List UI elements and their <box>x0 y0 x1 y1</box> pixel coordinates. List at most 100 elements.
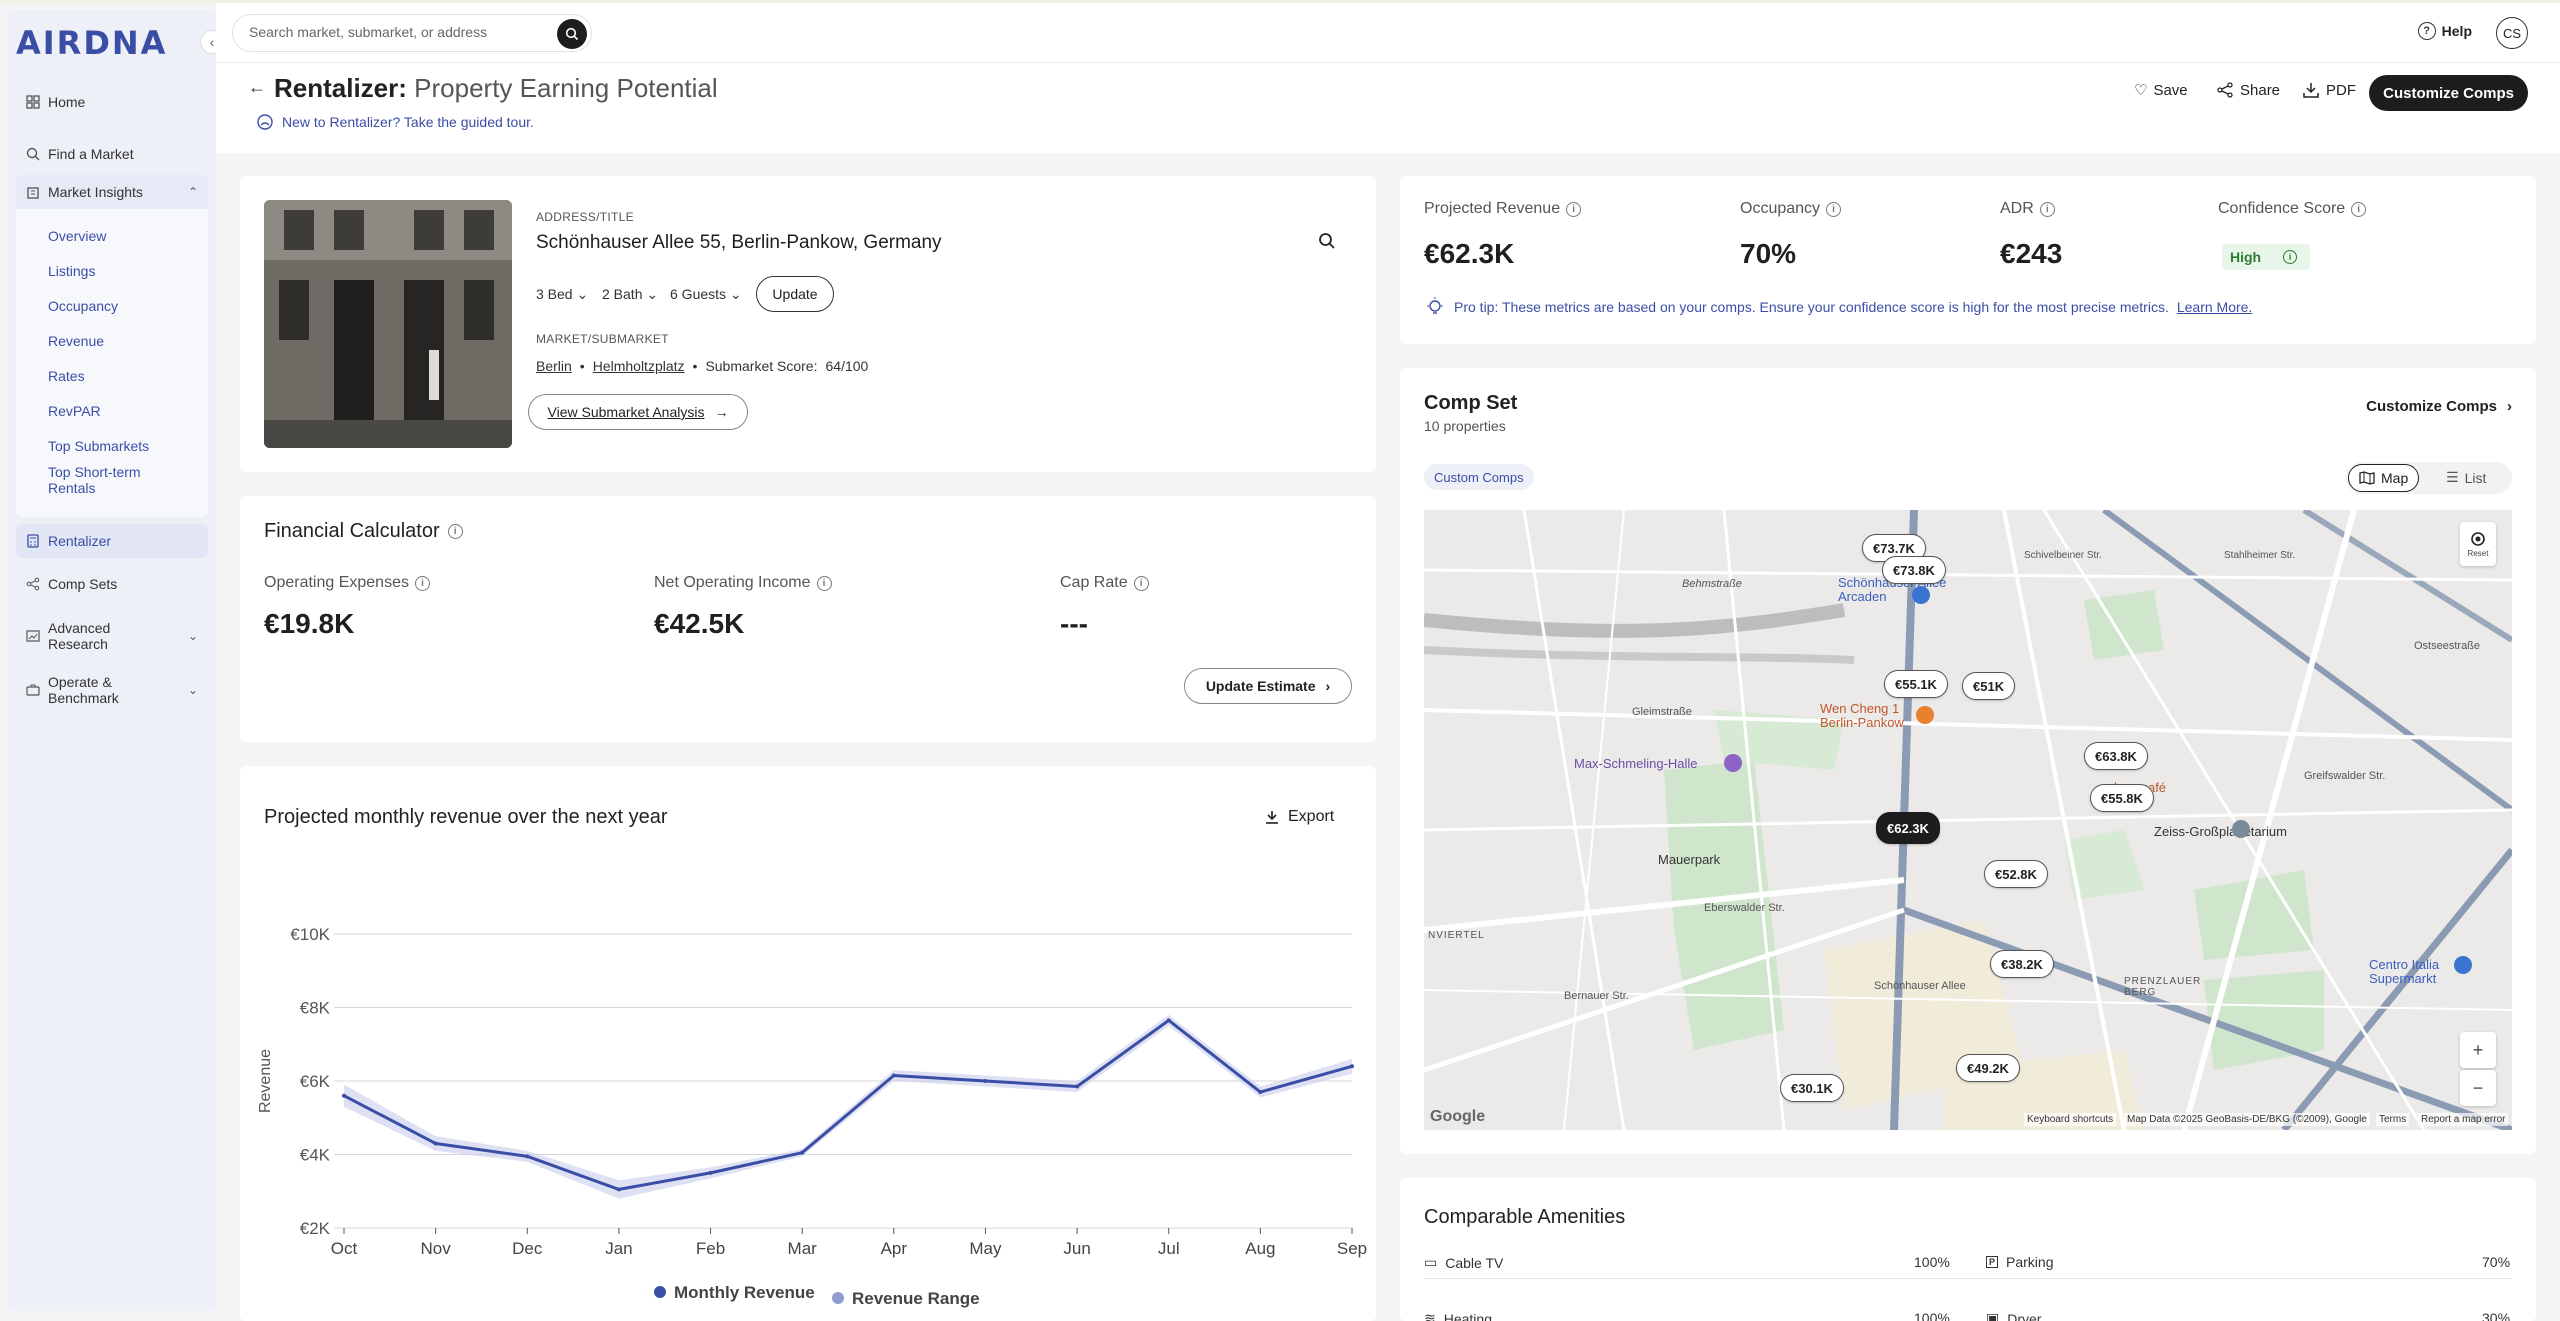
amenity-label: Cable TV <box>1445 1254 1504 1271</box>
list-toggle[interactable]: ☰ List <box>2446 469 2486 486</box>
sidebar-item-market-insights[interactable]: Market Insights ⌃ <box>16 175 208 209</box>
customize-comps-link[interactable]: Customize Comps › <box>2366 398 2512 415</box>
submarket-score-value: 64/100 <box>825 358 869 374</box>
baths-dropdown[interactable]: 2 Bath ⌄ <box>602 286 658 303</box>
heart-icon: ♡ <box>2134 82 2148 99</box>
amenity-percent: 70% <box>2482 1254 2511 1270</box>
x-tick-label: Jan <box>605 1239 632 1258</box>
comp-price-pin[interactable]: €73.8K <box>1882 556 1946 584</box>
pdf-button[interactable]: PDF <box>2302 81 2356 99</box>
data-point <box>1350 1064 1354 1069</box>
sidebar-subitem-overview[interactable]: Overview <box>48 228 106 244</box>
shopping-pin-icon[interactable] <box>1912 586 1930 604</box>
comp-price-pin[interactable]: €55.1K <box>1884 670 1948 698</box>
info-icon[interactable]: i <box>447 524 463 539</box>
share-button[interactable]: Share <box>2216 81 2280 99</box>
restaurant-pin-icon[interactable] <box>1916 706 1934 724</box>
shopping-pin-icon[interactable] <box>2454 956 2472 974</box>
info-icon[interactable]: i <box>1133 575 1149 591</box>
comp-price-pin[interactable]: €55.8K <box>2090 784 2154 812</box>
pdf-label: PDF <box>2326 81 2356 99</box>
guests-value: 6 Guests <box>670 286 727 302</box>
search-input[interactable] <box>249 24 549 40</box>
chevron-down-icon: ⌄ <box>187 629 198 643</box>
venue-pin-icon[interactable] <box>1724 754 1742 772</box>
data-point <box>616 1187 621 1192</box>
comp-price-pin[interactable]: €49.2K <box>1956 1054 2020 1082</box>
sidebar-item-label: Rentalizer <box>48 533 112 549</box>
beds-dropdown[interactable]: 3 Bed ⌄ <box>536 286 588 303</box>
sidebar-item-find-market[interactable]: Find a Market <box>16 138 208 170</box>
save-button[interactable]: ♡ Save <box>2134 81 2188 100</box>
map-reset-button[interactable]: Reset <box>2460 522 2496 566</box>
info-icon[interactable]: i <box>1826 201 1842 217</box>
custom-comps-tag[interactable]: Custom Comps <box>1424 464 1534 490</box>
sidebar-subitem-revenue[interactable]: Revenue <box>48 333 104 349</box>
sidebar-item-advanced-research[interactable]: Advanced Research ⌄ <box>16 616 208 656</box>
comp-price-pin[interactable]: €63.8K <box>2084 742 2148 770</box>
financial-calculator-card: Financial Calculator i Operating Expense… <box>240 496 1376 742</box>
search-address-icon[interactable] <box>1318 232 1336 255</box>
info-icon[interactable]: i <box>414 575 430 591</box>
sidebar-subitem-listings[interactable]: Listings <box>48 263 95 279</box>
sidebar-subitem-revpar[interactable]: RevPAR <box>48 403 101 419</box>
sidebar-item-home[interactable]: Home <box>16 86 208 118</box>
zoom-out-button[interactable]: − <box>2460 1070 2496 1106</box>
share-icon <box>2217 82 2233 98</box>
data-point <box>525 1154 530 1159</box>
customize-comps-label: Customize Comps <box>2366 398 2497 415</box>
share-nodes-icon <box>26 577 40 591</box>
guided-tour-link[interactable]: New to Rentalizer? Take the guided tour. <box>256 113 534 131</box>
update-estimate-button[interactable]: Update Estimate › <box>1184 668 1352 704</box>
projected-revenue-label: Projected Revenue i <box>1424 200 1582 218</box>
poi-label: Zeiss-Großplanetarium <box>2154 824 2287 839</box>
info-icon[interactable]: i <box>2039 201 2055 217</box>
info-icon[interactable]: i <box>1566 201 1582 217</box>
update-button[interactable]: Update <box>756 276 834 312</box>
data-point <box>983 1079 988 1083</box>
help-button[interactable]: ? Help <box>2417 22 2472 40</box>
planetarium-pin-icon[interactable] <box>2232 820 2250 838</box>
customize-comps-button[interactable]: Customize Comps <box>2369 75 2528 111</box>
subject-property-pin[interactable]: €62.3K <box>1876 812 1940 844</box>
view-submarket-analysis-button[interactable]: View Submarket Analysis → <box>528 394 748 430</box>
search-icon <box>565 27 579 41</box>
info-icon[interactable]: i <box>2351 201 2367 217</box>
confidence-badge: High i <box>2222 244 2310 270</box>
property-photo[interactable] <box>264 200 512 448</box>
learn-more-link[interactable]: Learn More. <box>2177 299 2252 315</box>
avatar[interactable]: CS <box>2496 17 2528 49</box>
sidebar-item-rentalizer[interactable]: Rentalizer <box>16 524 208 558</box>
opex-value: €19.8K <box>264 608 355 639</box>
sidebar-subitem-top-submarkets[interactable]: Top Submarkets <box>48 438 149 454</box>
sidebar-item-label: Comp Sets <box>48 576 118 592</box>
sidebar-item-comp-sets[interactable]: Comp Sets <box>16 568 208 600</box>
comp-price-pin[interactable]: €38.2K <box>1990 950 2054 978</box>
comp-map[interactable]: Behmstraße Schivelbeiner Str. Gleimstraß… <box>1424 510 2512 1130</box>
info-icon[interactable]: i <box>2283 250 2298 264</box>
confidence-score-label: Confidence Score i <box>2218 200 2367 218</box>
zoom-in-button[interactable]: + <box>2460 1032 2496 1068</box>
market-link[interactable]: Berlin <box>536 358 572 374</box>
amenity-percent: 100% <box>1914 1310 1950 1321</box>
airdna-logo[interactable]: AIRDNA <box>16 24 167 62</box>
metrics-card: Projected Revenue i €62.3K Occupancy i 70%… <box>1400 176 2536 344</box>
comp-price-pin[interactable]: €51K <box>1962 672 2016 700</box>
sidebar-subitem-occupancy[interactable]: Occupancy <box>48 298 118 314</box>
sidebar-subitem-top-str[interactable]: Top Short-term Rentals <box>48 464 168 496</box>
comp-price-pin[interactable]: €52.8K <box>1984 860 2048 888</box>
guests-dropdown[interactable]: 6 Guests ⌄ <box>670 286 742 303</box>
sidebar-item-operate-benchmark[interactable]: Operate & Benchmark ⌄ <box>16 670 208 710</box>
terms-link[interactable]: Terms <box>2376 1113 2410 1126</box>
amenity-label: Dryer <box>2007 1310 2042 1321</box>
map-toggle[interactable]: Map <box>2348 464 2420 492</box>
street-label: Stahlheimer Str. <box>2224 550 2296 561</box>
sidebar-subitem-rates[interactable]: Rates <box>48 368 85 384</box>
info-icon[interactable]: i <box>816 575 832 591</box>
back-arrow-icon[interactable]: ← <box>248 77 266 98</box>
search-button[interactable] <box>557 19 587 49</box>
keyboard-shortcuts-link[interactable]: Keyboard shortcuts <box>2024 1113 2117 1126</box>
report-map-error-link[interactable]: Report a map error <box>2418 1113 2509 1126</box>
comp-price-pin[interactable]: €30.1K <box>1780 1074 1844 1102</box>
submarket-link[interactable]: Helmholtzplatz <box>593 358 685 374</box>
